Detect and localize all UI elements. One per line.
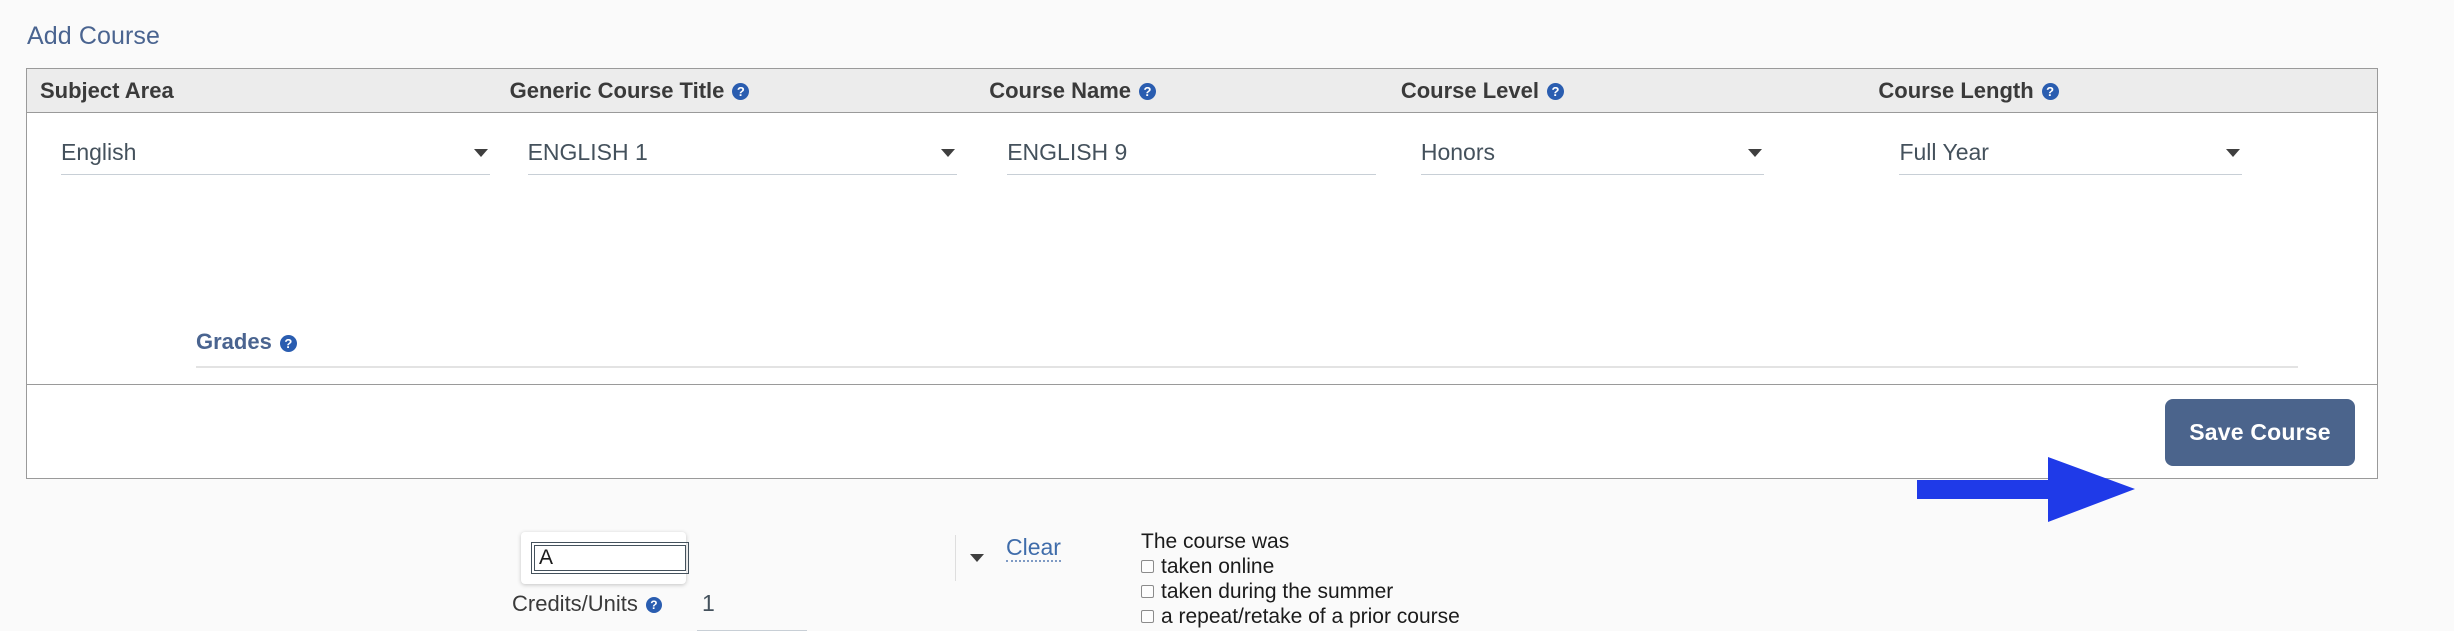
- field-generic-course-title: ENGLISH 1: [510, 130, 990, 229]
- chevron-down-icon[interactable]: [1748, 149, 1762, 157]
- chevron-down-icon[interactable]: [2226, 149, 2240, 157]
- course-name-value: ENGLISH 9: [1007, 139, 1127, 166]
- course-level-value: Honors: [1421, 139, 1495, 166]
- checkbox-icon[interactable]: [1141, 610, 1154, 623]
- grades-divider: [196, 366, 2298, 368]
- subject-area-value: English: [61, 139, 136, 166]
- checkbox-icon[interactable]: [1141, 560, 1154, 573]
- checkbox-icon[interactable]: [1141, 585, 1154, 598]
- add-course-panel: Subject Area Generic Course Title ? Cour…: [26, 68, 2378, 479]
- help-icon[interactable]: ?: [280, 335, 297, 352]
- credits-units-input[interactable]: 1: [697, 587, 807, 631]
- combobox-divider: [955, 535, 956, 581]
- column-header-course-level: Course Level ?: [1401, 78, 1879, 104]
- checkbox-row-taken-online[interactable]: taken online: [1141, 554, 1460, 579]
- grades-section: Grades ? Final Grade A Clear Credits/Uni…: [27, 229, 2377, 384]
- help-icon[interactable]: ?: [1139, 83, 1156, 100]
- generic-course-title-select[interactable]: ENGLISH 1: [528, 130, 957, 175]
- field-course-length: Full Year: [1878, 130, 2377, 229]
- course-length-value: Full Year: [1899, 139, 1989, 166]
- checkbox-row-taken-during-summer[interactable]: taken during the summer: [1141, 579, 1460, 604]
- course-length-select[interactable]: Full Year: [1899, 130, 2242, 175]
- generic-course-title-value: ENGLISH 1: [528, 139, 648, 166]
- credits-units-text: Credits/Units: [512, 591, 638, 617]
- column-header-generic-course-title: Generic Course Title ?: [510, 78, 990, 104]
- grades-title-label: Grades: [196, 329, 272, 355]
- column-header-label: Course Level: [1401, 78, 1539, 104]
- field-course-name: ENGLISH 9: [989, 130, 1401, 229]
- help-icon[interactable]: ?: [2042, 83, 2059, 100]
- add-course-link[interactable]: Add Course: [27, 22, 160, 51]
- save-course-button[interactable]: Save Course: [2165, 399, 2355, 466]
- final-grade-input[interactable]: A: [534, 545, 686, 571]
- course-flags-title: The course was: [1141, 529, 1460, 554]
- field-subject-area: English: [27, 130, 510, 229]
- help-icon[interactable]: ?: [1547, 83, 1564, 100]
- column-header-label: Subject Area: [40, 78, 174, 104]
- help-icon[interactable]: ?: [646, 597, 662, 613]
- table-header-row: Subject Area Generic Course Title ? Cour…: [27, 69, 2377, 113]
- clear-grade-link[interactable]: Clear: [1006, 534, 1061, 562]
- course-level-select[interactable]: Honors: [1421, 130, 1764, 175]
- grades-section-title: Grades ?: [196, 329, 297, 355]
- column-header-course-name: Course Name ?: [989, 78, 1401, 104]
- chevron-down-icon[interactable]: [970, 554, 984, 562]
- chevron-down-icon[interactable]: [474, 149, 488, 157]
- help-icon[interactable]: ?: [732, 83, 749, 100]
- checkbox-label: taken online: [1161, 554, 1274, 579]
- column-header-label: Course Length: [1878, 78, 2033, 104]
- course-name-input[interactable]: ENGLISH 9: [1007, 130, 1376, 175]
- credits-units-label: Credits/Units ?: [512, 591, 662, 617]
- panel-footer: Save Course: [27, 384, 2377, 478]
- column-header-label: Course Name: [989, 78, 1131, 104]
- credits-units-value: 1: [697, 587, 807, 619]
- course-fields-row: English ENGLISH 1 ENGLISH 9 Honors Full …: [27, 113, 2377, 229]
- checkbox-label: a repeat/retake of a prior course: [1161, 604, 1460, 629]
- field-course-level: Honors: [1401, 130, 1879, 229]
- course-flags-group: The course was taken online taken during…: [1141, 529, 1460, 629]
- subject-area-select[interactable]: English: [61, 130, 490, 175]
- column-header-label: Generic Course Title: [510, 78, 725, 104]
- column-header-subject-area: Subject Area: [27, 78, 510, 104]
- final-grade-value: A: [535, 546, 553, 570]
- chevron-down-icon[interactable]: [941, 149, 955, 157]
- column-header-course-length: Course Length ?: [1878, 78, 2377, 104]
- final-grade-combobox[interactable]: A: [521, 532, 686, 584]
- checkbox-row-repeat-retake[interactable]: a repeat/retake of a prior course: [1141, 604, 1460, 629]
- checkbox-label: taken during the summer: [1161, 579, 1393, 604]
